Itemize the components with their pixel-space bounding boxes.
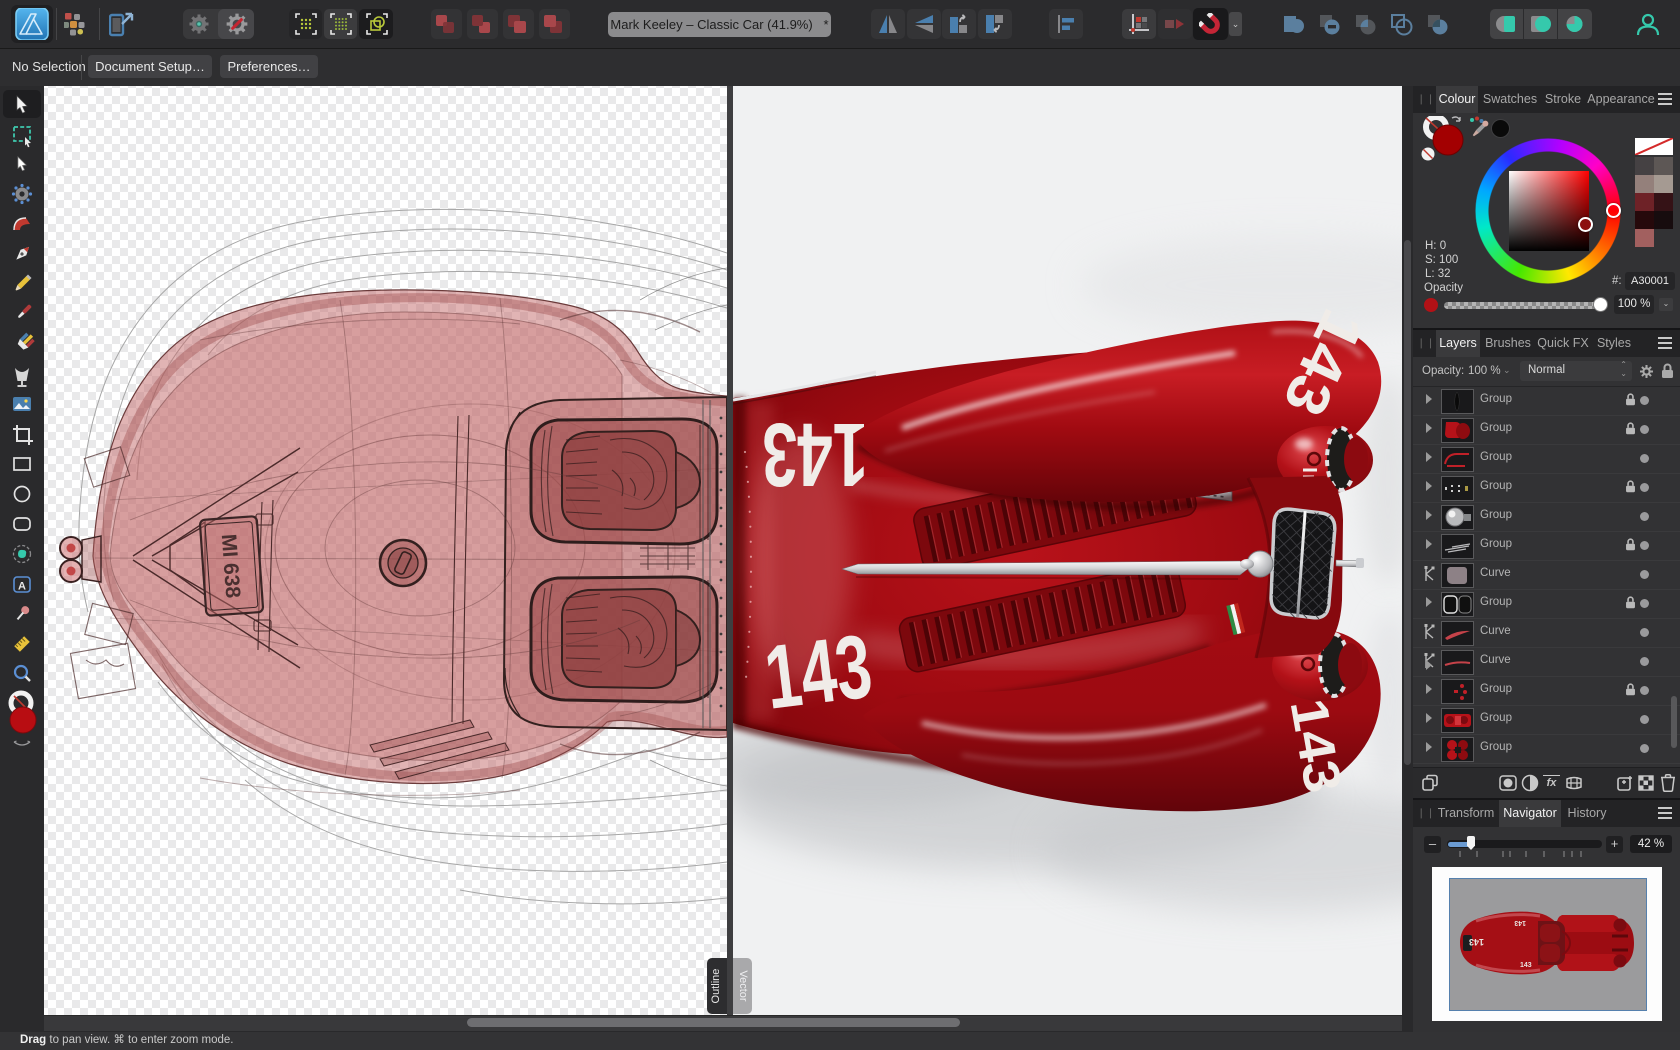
svg-text:143: 143 — [760, 617, 877, 729]
svg-text:143: 143 — [762, 404, 868, 504]
svg-text:143: 143 — [1469, 937, 1484, 947]
svg-text:A: A — [18, 581, 26, 593]
svg-text:143: 143 — [1514, 919, 1526, 926]
svg-text:143: 143 — [1520, 962, 1532, 969]
svg-text:MI 638: MI 638 — [217, 533, 244, 599]
